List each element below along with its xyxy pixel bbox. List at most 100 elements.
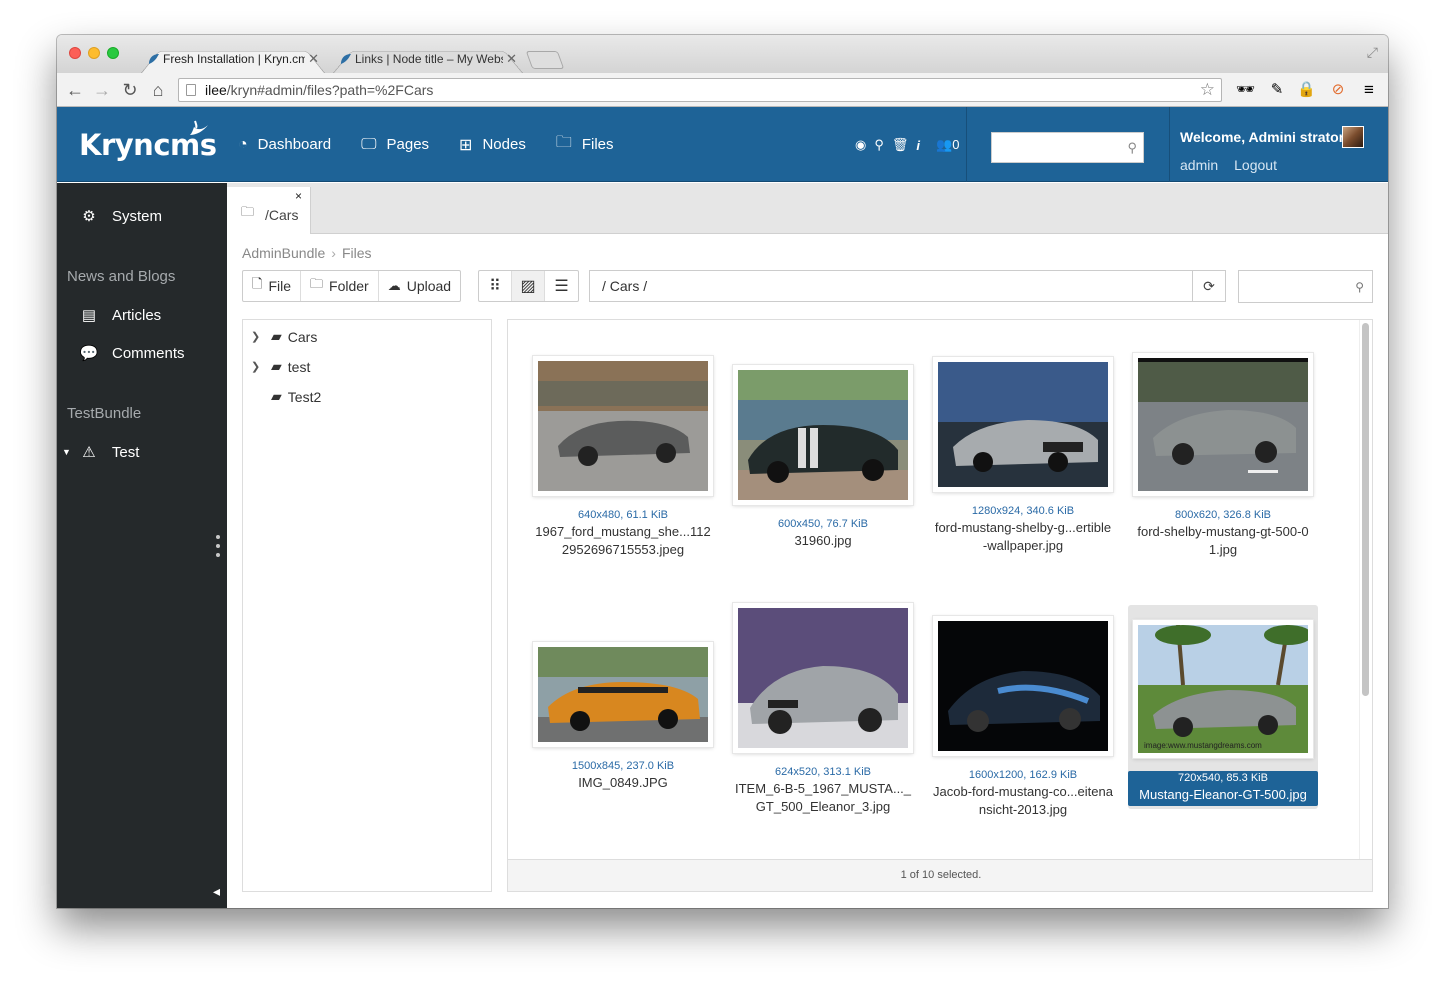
nav-nodes[interactable]: ⊞ Nodes	[459, 135, 526, 155]
refresh-icon[interactable]: ⟳	[1192, 271, 1225, 301]
back-icon[interactable]: ←	[65, 79, 85, 101]
path-input[interactable]: / Cars / ⟳	[589, 270, 1226, 302]
sidebar-item-label: System	[112, 207, 163, 225]
sidebar-item-label: Articles	[112, 306, 162, 324]
files-search-input[interactable]: ⚲	[1238, 270, 1373, 303]
file-tile[interactable]: 1280x924, 340.6 KiB ford-mustang-shelby-…	[928, 357, 1118, 555]
logout-link[interactable]: Logout	[1234, 157, 1277, 173]
bookmark-star-icon[interactable]: ☆	[1200, 79, 1215, 101]
eyedropper-extension-icon[interactable]: ✎	[1268, 81, 1286, 99]
nav-files[interactable]: 🗀 Files	[556, 131, 614, 158]
chevron-right-icon[interactable]: ❯	[251, 360, 263, 373]
nav-dashboard[interactable]: ◔ Dashboard	[238, 136, 331, 154]
home-icon[interactable]: ⌂	[148, 79, 168, 101]
close-tab-icon[interactable]: ✕	[308, 45, 319, 73]
thumbnail	[933, 616, 1113, 756]
browser-tabstrip: Fresh Installation | Kryn.cms ✕ Links | …	[57, 35, 1388, 73]
upload-cloud-icon: ☁	[387, 278, 401, 293]
sidebar-item-articles[interactable]: ▤ Articles	[79, 306, 162, 325]
collapse-sidebar-icon[interactable]: ◂	[213, 883, 220, 900]
button-label: Folder	[329, 278, 369, 294]
url-host: ilee	[205, 82, 227, 98]
menu-icon[interactable]: ≡	[1360, 81, 1378, 99]
sidebar-resize-handle[interactable]	[216, 535, 220, 557]
tree-item-test[interactable]: ❯ ▰ test	[251, 358, 310, 375]
page-icon	[186, 84, 196, 96]
info-icon[interactable]: i	[916, 138, 920, 153]
warning-icon: ⚠	[82, 444, 96, 461]
sidebar-group-news: News and Blogs	[67, 268, 176, 285]
thumbnail	[733, 603, 913, 753]
gear-icon: ⚙	[82, 208, 96, 225]
users-online-count: 0	[952, 137, 960, 152]
file-name: 1967_ford_mustang_she...1122952696715553…	[535, 524, 711, 557]
view-mode-group: ⠿ ▨ ☰	[478, 270, 579, 302]
browser-tab-active[interactable]: Fresh Installation | Kryn.cms ✕	[135, 45, 331, 73]
thumbnail	[1133, 353, 1313, 496]
caret-down-icon[interactable]: ▼	[62, 447, 71, 457]
file-tile[interactable]: 624x520, 313.1 KiB ITEM_6-B-5_1967_MUSTA…	[728, 603, 918, 816]
header-divider	[966, 107, 967, 182]
breadcrumb-item[interactable]: Files	[342, 245, 372, 261]
sidebar-item-comments[interactable]: 💬 Comments	[79, 344, 185, 363]
new-file-button[interactable]: 🗋 File	[243, 271, 302, 301]
tree-item-label: Cars	[287, 328, 318, 345]
close-tab-icon[interactable]: ×	[295, 189, 302, 203]
browser-toolbar: ← → ↻ ⌂ ilee/kryn#admin/files?path=%2FCa…	[57, 73, 1388, 107]
tree-item-cars[interactable]: ❯ ▰ Cars	[251, 328, 317, 345]
file-tile[interactable]: 600x450, 76.7 KiB 31960.jpg	[728, 365, 918, 550]
file-name: Jacob-ford-mustang-co...eitenansicht-201…	[933, 784, 1113, 817]
file-name: Mustang-Eleanor-GT-500.jpg	[1139, 787, 1307, 802]
new-tab-button[interactable]	[525, 51, 565, 69]
file-tile[interactable]: 1600x1200, 162.9 KiB Jacob-ford-mustang-…	[928, 616, 1118, 819]
folder-icon: ▰	[271, 328, 282, 344]
block-extension-icon[interactable]: ⊘	[1329, 81, 1347, 99]
search-icon[interactable]: ⚲	[874, 137, 884, 153]
address-bar[interactable]: ilee/kryn#admin/files?path=%2FCars ☆	[178, 78, 1222, 102]
breadcrumb-item[interactable]: AdminBundle	[242, 245, 325, 261]
lock-extension-icon[interactable]: 🔒	[1297, 81, 1316, 99]
zoom-window-button[interactable]	[107, 47, 119, 59]
file-tile[interactable]: 1500x845, 237.0 KiB IMG_0849.JPG	[528, 642, 718, 792]
button-label: File	[268, 278, 292, 294]
close-window-button[interactable]	[69, 47, 81, 59]
breadcrumb: AdminBundle › Files	[242, 245, 372, 261]
minimize-window-button[interactable]	[88, 47, 100, 59]
view-list-button[interactable]: ☰	[545, 271, 578, 301]
content-tabbar: 🗀 /Cars ×	[227, 183, 1388, 234]
trash-icon[interactable]: 🗑	[892, 137, 909, 153]
users-online-icon[interactable]: 👥0	[936, 137, 959, 153]
file-meta: 640x480, 61.1 KiB	[578, 509, 668, 521]
forward-icon[interactable]: →	[92, 79, 112, 101]
tab-cars[interactable]: 🗀 /Cars ×	[227, 187, 311, 234]
tree-item-test2[interactable]: ▰ Test2	[251, 388, 321, 405]
avatar[interactable]	[1342, 126, 1364, 148]
close-tab-icon[interactable]: ✕	[506, 45, 517, 73]
chevron-right-icon[interactable]: ❯	[251, 330, 263, 343]
nav-pages[interactable]: 🖵 Pages	[361, 136, 429, 154]
tab-label: /Cars	[265, 207, 299, 223]
file-tile[interactable]: 640x480, 61.1 KiB 1967_ford_mustang_she.…	[528, 356, 718, 559]
upload-button[interactable]: ☁ Upload	[379, 271, 460, 301]
file-tile[interactable]: 800x620, 326.8 KiB ford-shelby-mustang-g…	[1128, 353, 1318, 559]
fullscreen-icon[interactable]: ⤢	[1367, 44, 1378, 61]
view-grid-button[interactable]: ⠿	[479, 271, 512, 301]
sidebar-item-test[interactable]: ▼ ⚠ Test	[62, 443, 139, 462]
incognito-extension-icon[interactable]: 🕶	[1236, 81, 1255, 99]
username-link[interactable]: admin	[1180, 157, 1218, 173]
browser-tab-inactive[interactable]: Links | Node title – My Website ✕	[327, 45, 529, 73]
reload-icon[interactable]: ↻	[120, 79, 140, 101]
sitemap-icon: ⊞	[459, 136, 473, 154]
grid-icon: ⠿	[489, 278, 501, 295]
file-meta: 1500x845, 237.0 KiB	[571, 760, 675, 772]
watermark-text: image:www.mustangdreams.com	[1144, 741, 1262, 750]
kryn-favicon-icon	[341, 54, 351, 64]
grid-scrollbar[interactable]	[1362, 323, 1369, 696]
view-thumbnails-button[interactable]: ▨	[512, 271, 545, 301]
file-tile-selected[interactable]: image:www.mustangdreams.com 720x540, 85.…	[1128, 605, 1318, 809]
new-folder-button[interactable]: 🗀 Folder	[301, 271, 379, 301]
header-search-input[interactable]: ⚲	[991, 132, 1144, 163]
button-label: Upload	[406, 278, 452, 294]
eye-icon[interactable]: ◉	[855, 137, 866, 153]
sidebar-item-system[interactable]: ⚙ System	[79, 207, 163, 226]
